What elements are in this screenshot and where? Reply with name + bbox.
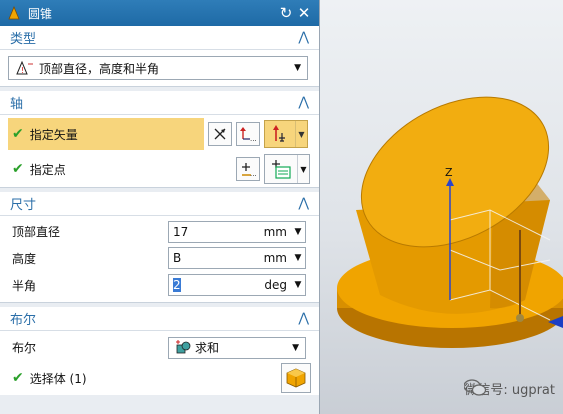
collapse-icon[interactable]: ⋀ [298,30,309,45]
cone-icon [8,5,20,20]
half-angle-unit[interactable]: deg [249,278,291,292]
collapse-icon[interactable]: ⋀ [298,311,309,326]
dropdown-arrow-icon[interactable]: ▼ [291,280,305,290]
specify-point-row[interactable]: ✔ 指定点 [8,153,204,185]
graphics-viewport[interactable]: Z 微信号: ugprat [320,0,563,414]
half-angle-input[interactable]: 2 deg ▼ [168,274,306,296]
boolean-select[interactable]: 求和 ▼ [168,336,306,359]
dimensions-group-title: 尺寸 [10,198,37,213]
dialog-title: 圆锥 [28,6,53,21]
height-input[interactable]: B mm ▼ [168,247,306,269]
vector-type-dropdown[interactable]: ▼ [264,120,308,148]
wechat-icon [464,379,487,396]
dialog-titlebar: 圆锥 ↻ ✕ [0,0,319,26]
dropdown-arrow-icon: ▼ [295,121,307,147]
top-diameter-label: 顶部直径 [12,225,61,239]
dimension-row: 顶部直径 17 mm ▼ [0,216,319,244]
select-body-button[interactable] [281,363,311,393]
dropdown-arrow-icon[interactable]: ▼ [291,227,305,237]
svg-text:...: ... [250,135,257,143]
point-type-icon [272,160,291,179]
dimension-row: 高度 B mm ▼ [0,244,319,272]
cone-model[interactable]: Z [320,0,563,414]
zc-axis-icon [273,125,285,142]
select-body-label[interactable]: 选择体 (1) [30,370,87,387]
boolean-label: 布尔 [12,341,37,355]
dimensions-group-header[interactable]: 尺寸 ⋀ [0,192,319,216]
reverse-direction-button[interactable] [208,122,232,146]
top-diameter-input[interactable]: 17 mm ▼ [168,220,306,243]
type-group: 类型 ⋀ ! 顶部直径，高度和半角 ▼ [0,26,319,87]
watermark: 微信号: ugprat [464,379,555,398]
cone-dialog: 圆锥 ↻ ✕ 类型 ⋀ ! 顶部直径，高度和半角 ▼ 轴 ⋀ ✔ 指定矢量 ..… [0,0,320,414]
svg-text:...: ... [250,170,257,178]
dropdown-arrow-icon[interactable]: ▼ [292,343,299,353]
height-unit[interactable]: mm [249,251,291,265]
check-icon: ✔ [12,126,24,142]
close-icon[interactable]: ✕ [295,4,313,22]
dropdown-arrow-icon: ▼ [297,155,309,183]
top-diameter-value[interactable]: 17 [169,225,249,239]
type-select-value: 顶部直径，高度和半角 [39,61,160,76]
point-dialog-button[interactable]: ... [236,157,260,181]
height-label: 高度 [12,251,37,266]
top-diameter-unit[interactable]: mm [249,225,291,239]
specify-vector-label: 指定矢量 [29,127,78,142]
type-group-header[interactable]: 类型 ⋀ [0,26,319,50]
collapse-icon[interactable]: ⋀ [298,95,309,110]
vector-dialog-button[interactable]: ... [236,122,260,146]
point-dialog-icon: ... [242,163,257,178]
type-select[interactable]: ! 顶部直径，高度和半角 ▼ [8,56,308,80]
dimensions-group: 尺寸 ⋀ 顶部直径 17 mm ▼ 高度 B mm ▼ 半角 2 deg ▼ [0,192,319,303]
type-group-title: 类型 [10,32,37,47]
reset-icon[interactable]: ↻ [277,4,295,22]
dropdown-arrow-icon[interactable]: ▼ [291,253,305,263]
point-type-dropdown[interactable]: ▼ [264,154,310,184]
reverse-direction-icon [214,128,226,140]
boolean-select-value: 求和 [195,341,220,355]
vector-dialog-icon: ... [240,127,257,143]
axis-group-title: 轴 [10,97,24,112]
specify-vector-row[interactable]: ✔ 指定矢量 [8,118,204,150]
svg-text:!: ! [21,66,24,75]
dimension-row: 半角 2 deg ▼ [0,272,319,302]
axis-group-header[interactable]: 轴 ⋀ [0,91,319,115]
boolean-group: 布尔 ⋀ 布尔 求和 ▼ ✔ 选择体 (1) [0,307,319,395]
check-icon: ✔ [12,370,24,386]
half-angle-value[interactable]: 2 [173,278,181,292]
dropdown-arrow-icon[interactable]: ▼ [294,63,301,73]
check-icon: ✔ [12,161,24,177]
axis-group: 轴 ⋀ ✔ 指定矢量 ... ▼ ✔ 指定点 ... ▼ [0,91,319,188]
height-value[interactable]: B [169,251,249,265]
boolean-group-title: 布尔 [10,313,37,328]
boolean-group-header[interactable]: 布尔 ⋀ [0,307,319,331]
z-axis-label: Z [445,166,453,179]
half-angle-label: 半角 [12,278,37,293]
solid-body-icon [286,368,306,388]
unite-icon [176,339,191,353]
specify-point-label: 指定点 [29,162,66,177]
collapse-icon[interactable]: ⋀ [298,196,309,211]
cone-type-icon: ! [16,60,33,75]
